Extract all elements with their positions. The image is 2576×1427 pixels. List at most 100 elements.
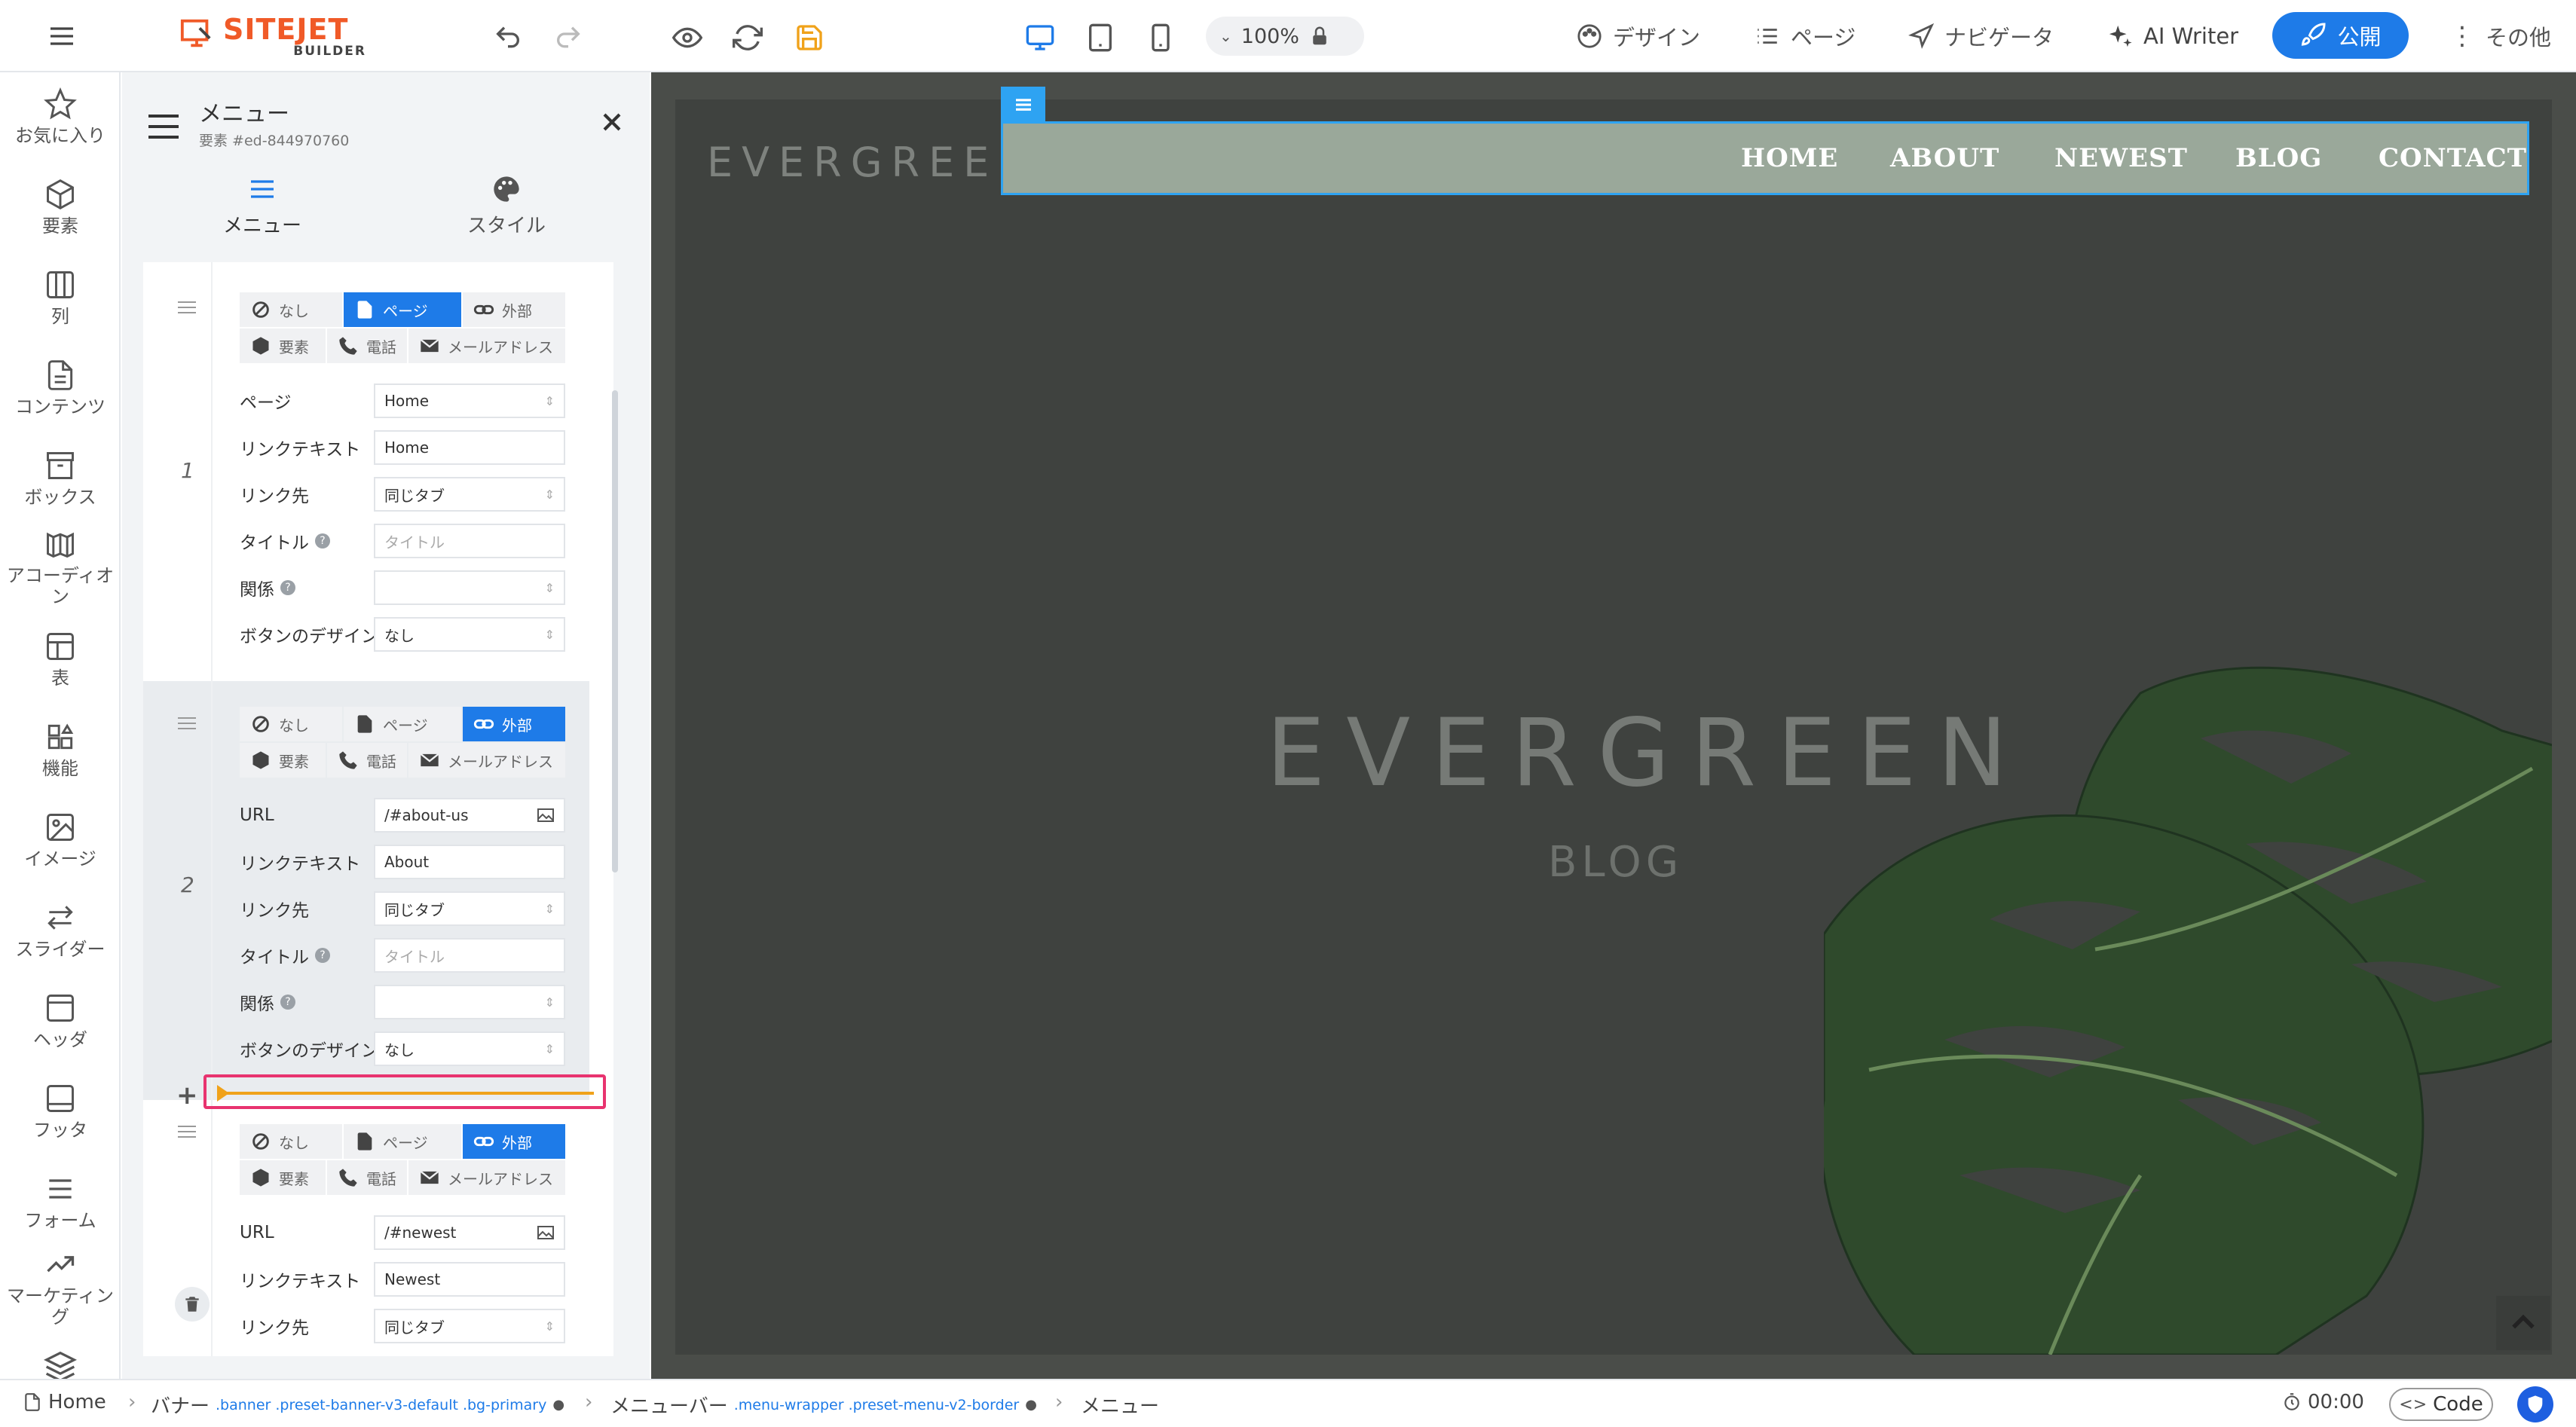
type-email-button[interactable]: メールアドレス	[408, 328, 565, 363]
pages-button[interactable]: ページ	[1755, 18, 1856, 54]
add-item-plus-icon[interactable]: +	[176, 1080, 198, 1111]
hero-subtitle[interactable]: BLOG	[1548, 838, 1683, 887]
sidebar-item-marketing[interactable]: マーケティング	[0, 1248, 119, 1328]
type-phone-button[interactable]: 電話	[327, 328, 407, 363]
tab-style[interactable]: スタイル	[393, 174, 620, 238]
help-icon[interactable]: ?	[280, 580, 295, 595]
sidebar-item-table[interactable]: 表	[0, 630, 119, 689]
undo-icon[interactable]	[490, 20, 526, 56]
drag-handle-icon[interactable]	[176, 716, 197, 731]
help-icon[interactable]: ?	[280, 995, 295, 1010]
type-page-button[interactable]: ページ	[344, 1124, 461, 1159]
desktop-view-icon[interactable]	[1022, 20, 1058, 56]
site-nav-newest[interactable]: NEWEST	[2054, 143, 2188, 173]
mobile-view-icon[interactable]	[1143, 20, 1179, 56]
link-text-input[interactable]: Newest	[374, 1262, 565, 1297]
type-phone-button[interactable]: 電話	[327, 743, 407, 778]
panel-scrollbar[interactable]	[612, 390, 618, 872]
close-icon[interactable]	[597, 107, 627, 137]
star-icon	[44, 87, 77, 120]
sidebar-item-box[interactable]: ボックス	[0, 449, 119, 508]
navigator-button[interactable]: ナビゲータ	[1908, 18, 2054, 54]
sidebar-item-elements[interactable]: 要素	[0, 178, 119, 237]
website-preview[interactable]: EVERGREEN EVERGREEN BLOG	[675, 99, 2552, 1355]
tab-menu[interactable]: メニュー	[149, 174, 375, 238]
sidebar-item-content[interactable]: コンテンツ	[0, 359, 119, 417]
hamburger-menu-icon[interactable]	[44, 20, 80, 53]
type-none-button[interactable]: なし	[240, 707, 342, 741]
sidebar-item-slider[interactable]: スライダー	[0, 901, 119, 960]
target-select[interactable]: 同じタブ ⇕	[374, 891, 565, 926]
security-shield-button[interactable]	[2517, 1386, 2553, 1422]
site-nav-home[interactable]: HOME	[1741, 143, 1838, 173]
breadcrumb-banner[interactable]: バナー .banner .preset-banner-v3-default .b…	[151, 1391, 564, 1419]
sidebar-item-features[interactable]: 機能	[0, 720, 119, 779]
redo-icon[interactable]	[550, 20, 586, 56]
type-element-button[interactable]: 要素	[240, 328, 326, 363]
more-button[interactable]: ⋮ その他	[2449, 18, 2551, 54]
link-text-input[interactable]: Home	[374, 430, 565, 465]
type-page-button[interactable]: ページ	[344, 292, 461, 327]
lock-icon[interactable]	[1308, 25, 1331, 47]
help-icon[interactable]: ?	[315, 948, 330, 963]
type-email-button[interactable]: メールアドレス	[408, 743, 565, 778]
url-input[interactable]: /#newest	[374, 1215, 565, 1250]
sidebar-item-accordion[interactable]: アコーディオン	[0, 527, 119, 607]
drag-handle-icon[interactable]	[176, 300, 197, 315]
rel-select[interactable]: ⇕	[374, 570, 565, 605]
button-design-select[interactable]: なし ⇕	[374, 617, 565, 652]
target-select[interactable]: 同じタブ ⇕	[374, 1309, 565, 1343]
type-external-button[interactable]: 外部	[463, 1124, 565, 1159]
type-email-button[interactable]: メールアドレス	[408, 1160, 565, 1195]
design-button[interactable]: デザイン	[1577, 18, 1700, 54]
rel-select[interactable]: ⇕	[374, 985, 565, 1019]
sidebar-item-header[interactable]: ヘッダ	[0, 992, 119, 1050]
breadcrumb-menu[interactable]: メニュー	[1081, 1391, 1159, 1419]
title-input[interactable]: タイトル	[374, 524, 565, 558]
hero-title[interactable]: EVERGREEN	[1266, 699, 2028, 808]
title-input[interactable]: タイトル	[374, 938, 565, 973]
image-picker-icon[interactable]	[537, 808, 555, 823]
breadcrumb-menubar[interactable]: メニューバー .menu-wrapper .preset-menu-v2-bor…	[610, 1391, 1037, 1419]
button-design-select[interactable]: なし ⇕	[374, 1031, 565, 1066]
sidebar-item-image[interactable]: イメージ	[0, 811, 119, 869]
image-picker-icon[interactable]	[537, 1225, 555, 1240]
sidebar-item-footer[interactable]: フッタ	[0, 1082, 119, 1141]
type-none-button[interactable]: なし	[240, 1124, 342, 1159]
delete-item-button[interactable]	[175, 1287, 210, 1322]
breadcrumb-home[interactable]: Home	[23, 1391, 106, 1413]
site-nav-blog[interactable]: BLOG	[2235, 143, 2322, 173]
type-external-button[interactable]: 外部	[463, 292, 565, 327]
type-none-button[interactable]: なし	[240, 292, 342, 327]
help-icon[interactable]: ?	[315, 533, 330, 548]
site-nav-about[interactable]: ABOUT	[1890, 143, 1999, 173]
publish-button[interactable]: 公開	[2272, 12, 2409, 59]
preview-eye-icon[interactable]	[669, 20, 705, 56]
drag-handle-icon[interactable]	[176, 1124, 197, 1139]
save-icon[interactable]	[791, 20, 828, 56]
select-arrows-icon: ⇕	[544, 1041, 555, 1056]
type-element-button[interactable]: 要素	[240, 1160, 326, 1195]
sidebar-item-layers[interactable]	[0, 1350, 119, 1379]
sidebar-item-columns[interactable]: 列	[0, 268, 119, 327]
select-arrows-icon: ⇕	[544, 995, 555, 1010]
menu-element-tag[interactable]	[1001, 87, 1045, 123]
page-select[interactable]: Home ⇕	[374, 383, 565, 418]
scroll-to-top-button[interactable]	[2496, 1296, 2550, 1350]
type-element-button[interactable]: 要素	[240, 743, 326, 778]
site-logo[interactable]: EVERGREEN	[707, 139, 1038, 186]
sidebar-item-form[interactable]: フォーム	[0, 1172, 119, 1231]
target-select[interactable]: 同じタブ ⇕	[374, 477, 565, 512]
link-text-input[interactable]: About	[374, 845, 565, 879]
type-phone-button[interactable]: 電話	[327, 1160, 407, 1195]
refresh-icon[interactable]	[730, 20, 766, 56]
sidebar-item-favorites[interactable]: お気に入り	[0, 87, 119, 146]
site-nav-contact[interactable]: CONTACT	[2379, 143, 2527, 173]
code-button[interactable]: <> Code	[2389, 1388, 2493, 1421]
url-input[interactable]: /#about-us	[374, 798, 565, 833]
tablet-view-icon[interactable]	[1082, 20, 1118, 56]
type-external-button[interactable]: 外部	[463, 707, 565, 741]
type-page-button[interactable]: ページ	[344, 707, 461, 741]
zoom-control[interactable]: ⌄ 100%	[1206, 17, 1364, 56]
ai-writer-button[interactable]: AI Writer	[2107, 18, 2238, 54]
